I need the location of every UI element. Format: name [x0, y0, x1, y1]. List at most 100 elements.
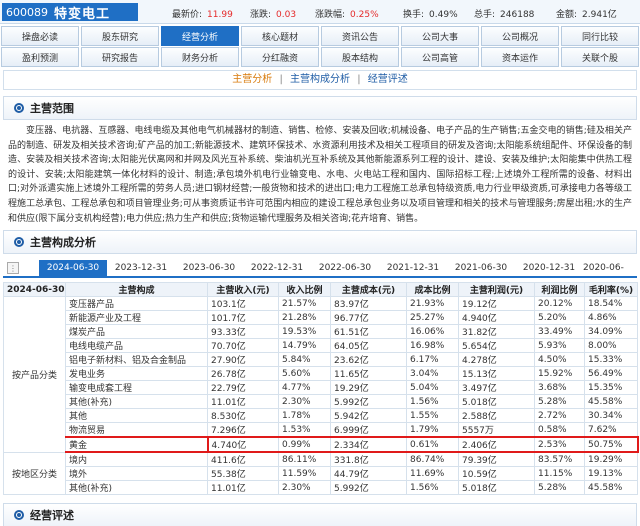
table-cell: 21.93% — [406, 296, 459, 311]
tab-guanlian[interactable]: 关联个股 — [561, 47, 639, 67]
table-cell: 25.27% — [406, 310, 459, 325]
period-tab[interactable]: 2023-06-30 — [175, 260, 243, 276]
period-tab[interactable]: 2020-12-31 — [515, 260, 583, 276]
table-row: 境外 55.38亿 11.59% 44.79亿 11.69% 10.59亿 11.15% 19… — [4, 466, 638, 481]
tab-hexin[interactable]: 核心题材 — [241, 26, 319, 46]
tab-jingying[interactable]: 经营分析 — [161, 26, 239, 46]
table-cell: 19.13% — [584, 466, 638, 481]
table-cell: 7.296亿 — [207, 422, 279, 438]
table-cell: 50.75% — [584, 436, 639, 453]
quote-turnover: 换手: 0.49% — [403, 10, 458, 20]
table-cell: 101.7亿 — [207, 310, 279, 325]
table-cell: 2.53% — [534, 436, 585, 453]
table-cell: 1.56% — [406, 394, 459, 409]
period-tab[interactable]: 2022-06-30 — [311, 260, 379, 276]
table-cell: 5.28% — [534, 480, 585, 495]
tab-caopan[interactable]: 操盘必读 — [1, 26, 79, 46]
segment-name: 发电业务 — [65, 366, 208, 381]
tab-zixun[interactable]: 资讯公告 — [321, 26, 399, 46]
segment-name: 电线电缆产品 — [65, 338, 208, 353]
table-cell: 11.69% — [406, 466, 459, 481]
period-tab[interactable]: 2023-12-31 — [107, 260, 175, 276]
tab-gaikuang[interactable]: 公司概况 — [481, 26, 559, 46]
tab-dashi[interactable]: 公司大事 — [401, 26, 479, 46]
table-row: 输变电成套工程 22.79亿 4.77% 19.29亿 5.04% 3.497亿 3.68%… — [4, 380, 638, 395]
table-row: 其他 8.530亿 1.78% 5.942亿 1.55% 2.588亿 2.72% 30.34… — [4, 408, 638, 423]
table-cell: 70.70亿 — [207, 338, 279, 353]
subnav-separator: | — [279, 74, 283, 85]
table-cell: 27.90亿 — [207, 352, 279, 367]
table-row: 按地区分类 境内 411.6亿 86.11% 331.8亿 86.74% 79.39亿 83.… — [3, 451, 638, 495]
table-cell: 4.740亿 — [206, 436, 279, 453]
segment-name: 境外 — [65, 466, 208, 481]
period-tab[interactable]: 2024-06-30 — [39, 260, 107, 276]
tab-fenhong[interactable]: 分红融资 — [241, 47, 319, 67]
table-row: 物流贸易 7.296亿 1.53% 6.999亿 1.79% 5557万 0.58% 7.62… — [4, 422, 638, 438]
table-cell: 5.93% — [534, 338, 585, 353]
tab-caiwu[interactable]: 财务分析 — [161, 47, 239, 67]
table-cell: 1.55% — [406, 408, 459, 423]
column-header: 收入比例 — [278, 282, 331, 297]
table-cell: 4.50% — [534, 352, 585, 367]
subnav-composition[interactable]: 主营构成分析 — [290, 74, 350, 85]
table-cell: 5.992亿 — [330, 394, 407, 409]
table-cell: 7.62% — [584, 422, 638, 438]
segment-name: 物流贸易 — [65, 422, 208, 438]
table-cell: 79.39亿 — [458, 451, 535, 467]
tab-yingli[interactable]: 盈利预测 — [1, 47, 79, 67]
table-row: 发电业务 26.78亿 5.60% 11.65亿 3.04% 15.13亿 15.92% 56… — [4, 366, 638, 381]
table-cell: 411.6亿 — [207, 451, 279, 467]
table-cell: 16.98% — [406, 338, 459, 353]
table-cell: 18.54% — [584, 296, 638, 311]
period-tab[interactable]: 2021-12-31 — [379, 260, 447, 276]
segment-name: 黄金 — [65, 436, 208, 453]
table-cell: 23.62亿 — [330, 352, 407, 367]
table-cell: 15.13亿 — [458, 366, 535, 381]
section-bullet-icon — [14, 510, 24, 520]
period-tab[interactable]: 2022-12-31 — [243, 260, 311, 276]
prev-arrow-icon[interactable]: ⋮ — [7, 262, 19, 274]
table-body: 按产品分类 变压器产品 103.1亿 21.57% 83.97亿 21.93% 19.12亿… — [3, 296, 639, 495]
table-cell: 5557万 — [458, 422, 535, 438]
table-cell: 4.278亿 — [458, 352, 535, 367]
table-row: 电线电缆产品 70.70亿 14.79% 64.05亿 16.98% 5.654亿 5.93… — [4, 338, 638, 353]
section-bullet-icon — [14, 103, 24, 113]
section-header-review: 经营评述 — [3, 503, 637, 526]
table-cell: 0.99% — [278, 436, 331, 453]
table-cell: 1.79% — [406, 422, 459, 438]
table-cell: 103.1亿 — [207, 296, 279, 311]
tab-guben[interactable]: 股本结构 — [321, 47, 399, 67]
table-cell: 55.38亿 — [207, 466, 279, 481]
table-cell: 1.78% — [278, 408, 331, 423]
table-cell: 45.58% — [584, 394, 638, 409]
period-tab[interactable]: 2021-06-30 — [447, 260, 515, 276]
table-cell: 83.57% — [534, 451, 585, 467]
tab-gudong[interactable]: 股东研究 — [81, 26, 159, 46]
table-cell: 2.30% — [278, 394, 331, 409]
table-cell: 33.49% — [534, 324, 585, 339]
table-cell: 3.04% — [406, 366, 459, 381]
group-label: 按产品分类 — [3, 296, 66, 453]
period-tabs: ⋮ 2024-06-30 2023-12-31 2023-06-30 2022-… — [3, 258, 637, 278]
table-cell: 5.018亿 — [458, 394, 535, 409]
table-cell: 8.00% — [584, 338, 638, 353]
column-header: 主营构成 — [65, 282, 208, 297]
section-bullet-icon — [14, 237, 24, 247]
period-tab[interactable]: 2020-06- — [583, 260, 637, 276]
subnav-review[interactable]: 经营评述 — [368, 74, 408, 85]
table-cell: 5.04% — [406, 380, 459, 395]
column-header: 毛利率(%) — [584, 282, 638, 297]
table-cell: 0.58% — [534, 422, 585, 438]
tab-yanjiu[interactable]: 研究报告 — [81, 47, 159, 67]
tab-tonghang[interactable]: 同行比较 — [561, 26, 639, 46]
table-cell: 11.59% — [278, 466, 331, 481]
table-cell: 2.334亿 — [330, 436, 407, 453]
tab-ziben[interactable]: 资本运作 — [481, 47, 559, 67]
table-cell: 15.35% — [584, 380, 638, 395]
subnav-main-analysis[interactable]: 主营分析 — [232, 74, 272, 85]
section-title: 主营构成分析 — [30, 236, 96, 249]
table-cell: 4.940亿 — [458, 310, 535, 325]
table-cell: 96.77亿 — [330, 310, 407, 325]
tab-gaoguan[interactable]: 公司高管 — [401, 47, 479, 67]
column-header: 主营成本(元) — [330, 282, 407, 297]
